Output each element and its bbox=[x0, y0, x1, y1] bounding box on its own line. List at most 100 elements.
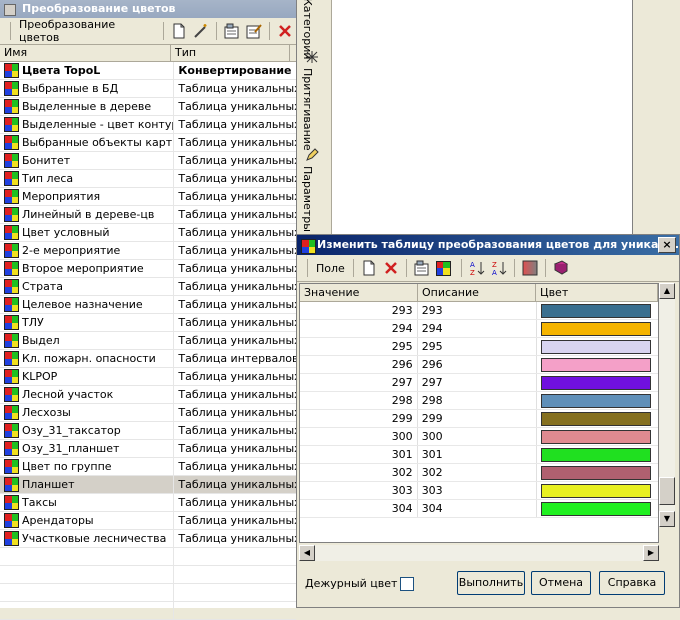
edit-table-button[interactable] bbox=[243, 21, 265, 41]
vertical-scrollbar[interactable]: ▲ ▼ bbox=[659, 283, 675, 527]
color-cell[interactable] bbox=[537, 500, 658, 517]
execute-button[interactable]: Выполнить bbox=[457, 571, 525, 595]
color-row[interactable]: 299 299 bbox=[300, 410, 658, 428]
scroll-left-arrow-icon[interactable]: ◀ bbox=[299, 545, 315, 561]
table-row[interactable]: Участковые лесничества Таблица уникальных… bbox=[0, 530, 296, 548]
table-row[interactable]: Лесной участок Таблица уникальных з bbox=[0, 386, 296, 404]
value-cell[interactable]: 301 bbox=[300, 446, 418, 463]
color-row[interactable]: 294 294 bbox=[300, 320, 658, 338]
description-cell[interactable]: 300 bbox=[418, 428, 538, 445]
color-cell[interactable] bbox=[537, 338, 658, 355]
color-cell[interactable] bbox=[537, 392, 658, 409]
value-cell[interactable]: 302 bbox=[300, 464, 418, 481]
tab-parameters[interactable]: Параметры bbox=[301, 166, 314, 232]
value-cell[interactable]: 293 bbox=[300, 302, 418, 319]
gradient-button[interactable] bbox=[519, 258, 541, 278]
description-cell[interactable]: 303 bbox=[418, 482, 538, 499]
new-button[interactable] bbox=[168, 21, 190, 41]
color-swatch[interactable] bbox=[541, 339, 652, 354]
color-cell[interactable] bbox=[537, 482, 658, 499]
table-row[interactable]: Выделенные в дереве Таблица уникальных з bbox=[0, 98, 296, 116]
table-row[interactable]: Таксы Таблица уникальных з bbox=[0, 494, 296, 512]
color-row[interactable]: 298 298 bbox=[300, 392, 658, 410]
properties-button[interactable] bbox=[411, 258, 433, 278]
color-swatch[interactable] bbox=[541, 501, 652, 516]
new-row-button[interactable] bbox=[358, 258, 380, 278]
delete-button[interactable] bbox=[274, 21, 296, 41]
value-cell[interactable]: 296 bbox=[300, 356, 418, 373]
table-row[interactable]: Озу_31_таксатор Таблица уникальных з bbox=[0, 422, 296, 440]
table-row[interactable]: Лесхозы Таблица уникальных з bbox=[0, 404, 296, 422]
field-label[interactable]: Поле bbox=[312, 262, 349, 275]
value-cell[interactable]: 304 bbox=[300, 500, 418, 517]
description-cell[interactable]: 294 bbox=[418, 320, 538, 337]
color-table-button[interactable] bbox=[433, 258, 457, 278]
table-row[interactable]: Выдел Таблица уникальных з bbox=[0, 332, 296, 350]
table-row[interactable]: Цвет условный Таблица уникальных з bbox=[0, 224, 296, 242]
value-cell[interactable]: 298 bbox=[300, 392, 418, 409]
color-cell[interactable] bbox=[537, 410, 658, 427]
table-row[interactable]: Второе мероприятие Таблица уникальных з bbox=[0, 260, 296, 278]
color-swatch[interactable] bbox=[541, 375, 652, 390]
description-cell[interactable]: 296 bbox=[418, 356, 538, 373]
cancel-button[interactable]: Отмена bbox=[531, 571, 591, 595]
color-row[interactable]: 301 301 bbox=[300, 446, 658, 464]
color-row[interactable]: 293 293 bbox=[300, 302, 658, 320]
table-row[interactable]: Планшет Таблица уникальных з bbox=[0, 476, 296, 494]
table-row[interactable]: ТЛУ Таблица уникальных з bbox=[0, 314, 296, 332]
table-row[interactable]: Выделенные - цвет контура Таблица уникаль… bbox=[0, 116, 296, 134]
table-row[interactable]: KLPOP Таблица уникальных з bbox=[0, 368, 296, 386]
color-cell[interactable] bbox=[537, 428, 658, 445]
duty-color-checkbox[interactable] bbox=[400, 577, 415, 591]
table-row[interactable]: Цвет по группе Таблица уникальных з bbox=[0, 458, 296, 476]
sort-ascending-button[interactable]: AZ bbox=[466, 258, 488, 278]
color-swatch[interactable] bbox=[541, 465, 652, 480]
table-row[interactable]: Страта Таблица уникальных з bbox=[0, 278, 296, 296]
table-row[interactable]: Цвета TopoL Конвертирование в bbox=[0, 62, 296, 80]
edit-button[interactable] bbox=[190, 21, 212, 41]
horizontal-scrollbar[interactable]: ◀ ▶ bbox=[299, 545, 659, 561]
column-header-description[interactable]: Описание bbox=[418, 284, 537, 301]
scroll-thumb[interactable] bbox=[659, 477, 675, 505]
color-row[interactable]: 302 302 bbox=[300, 464, 658, 482]
value-cell[interactable]: 295 bbox=[300, 338, 418, 355]
scroll-up-arrow-icon[interactable]: ▲ bbox=[659, 283, 675, 299]
color-swatch[interactable] bbox=[541, 393, 652, 408]
color-row[interactable]: 303 303 bbox=[300, 482, 658, 500]
color-swatch[interactable] bbox=[541, 429, 652, 444]
color-cell[interactable] bbox=[537, 356, 658, 373]
description-cell[interactable]: 302 bbox=[418, 464, 538, 481]
table-row[interactable]: Арендаторы Таблица уникальных з bbox=[0, 512, 296, 530]
table-row[interactable]: Выбранные в БД Таблица уникальных з bbox=[0, 80, 296, 98]
table-row[interactable]: Выбранные объекты карты Таблица уникальны… bbox=[0, 134, 296, 152]
description-cell[interactable]: 297 bbox=[418, 374, 538, 391]
color-cell[interactable] bbox=[537, 302, 658, 319]
panel-grip-icon[interactable] bbox=[4, 4, 16, 16]
table-row[interactable]: Бонитет Таблица уникальных з bbox=[0, 152, 296, 170]
description-cell[interactable]: 295 bbox=[418, 338, 538, 355]
table-row[interactable]: 2-е мероприятие Таблица уникальных з bbox=[0, 242, 296, 260]
color-swatch[interactable] bbox=[541, 483, 652, 498]
scroll-right-arrow-icon[interactable]: ▶ bbox=[643, 545, 659, 561]
table-row[interactable]: Целевое назначение Таблица уникальных з bbox=[0, 296, 296, 314]
value-cell[interactable]: 303 bbox=[300, 482, 418, 499]
column-header-type[interactable]: Тип bbox=[171, 45, 290, 61]
column-header-name[interactable]: Имя bbox=[0, 45, 171, 61]
tab-snapping[interactable]: Притягивание bbox=[301, 68, 314, 151]
color-row[interactable]: 295 295 bbox=[300, 338, 658, 356]
color-row[interactable]: 297 297 bbox=[300, 374, 658, 392]
map-area[interactable] bbox=[332, 0, 633, 238]
help-button[interactable]: Справка bbox=[599, 571, 665, 595]
close-button[interactable]: × bbox=[658, 237, 676, 253]
color-swatch[interactable] bbox=[541, 357, 652, 372]
description-cell[interactable]: 293 bbox=[418, 302, 538, 319]
description-cell[interactable]: 298 bbox=[418, 392, 538, 409]
table-row[interactable]: Линейный в дереве-цв Таблица уникальных з bbox=[0, 206, 296, 224]
color-swatch[interactable] bbox=[541, 447, 652, 462]
value-cell[interactable]: 297 bbox=[300, 374, 418, 391]
color-cell[interactable] bbox=[537, 374, 658, 391]
table-row[interactable]: Тип леса Таблица уникальных з bbox=[0, 170, 296, 188]
color-swatch[interactable] bbox=[541, 321, 652, 336]
table-row[interactable]: Озу_31_планшет Таблица уникальных з bbox=[0, 440, 296, 458]
column-header-color[interactable]: Цвет bbox=[536, 284, 658, 301]
